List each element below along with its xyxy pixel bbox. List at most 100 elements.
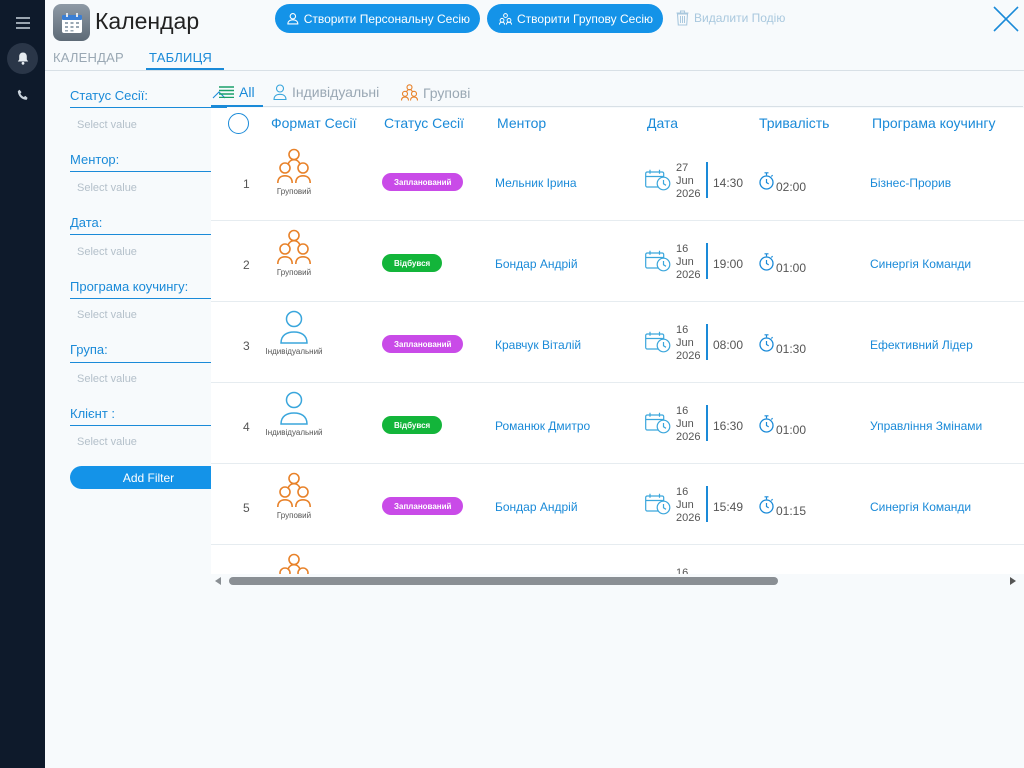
segment-divider [211, 106, 1023, 107]
mentor-link[interactable]: Бондар Андрій [495, 257, 578, 271]
filter-client-label[interactable]: Клієнт : [70, 406, 115, 421]
session-format: Груповий [261, 472, 327, 520]
filter-group-label[interactable]: Група: [70, 342, 108, 357]
date-year: 2026 [676, 431, 701, 443]
session-duration: 02:00 [776, 180, 807, 194]
column-program[interactable]: Програма коучингу [872, 115, 995, 131]
date-divider [706, 162, 708, 198]
program-link[interactable]: Синергія Команди [870, 257, 971, 271]
session-time: 08:00 [713, 338, 744, 352]
column-date[interactable]: Дата [647, 115, 678, 131]
segment-all[interactable]: All [219, 84, 255, 100]
filter-status-select[interactable]: Select value [77, 119, 137, 131]
session-time: 14:30 [713, 176, 744, 190]
horizontal-scrollbar[interactable] [229, 577, 778, 585]
filter-divider [70, 171, 227, 172]
program-link[interactable]: Синергія Команди [870, 500, 971, 514]
date-divider [706, 405, 708, 441]
table-row[interactable]: 4 Індивідуальний Відбувся Романюк Дмитро 16 J… [211, 383, 1024, 464]
menu-icon[interactable] [7, 7, 38, 38]
phone-icon[interactable] [7, 79, 38, 110]
row-number: 2 [243, 258, 250, 272]
mentor-link[interactable]: Кравчук Віталій [495, 338, 581, 352]
scroll-right-arrow[interactable] [1010, 577, 1016, 585]
select-all-checkbox[interactable] [228, 113, 249, 134]
date-day: 27 [676, 162, 689, 174]
tab-table[interactable]: ТАБЛИЦЯ [149, 50, 212, 65]
filter-mentor-label[interactable]: Ментор: [70, 152, 119, 167]
mentor-link[interactable]: Романюк Дмитро [495, 419, 590, 433]
mentor-link[interactable]: Бондар Андрій [495, 500, 578, 514]
delete-event-button[interactable]: Видалити Подію [676, 9, 785, 27]
program-link[interactable]: Ефективний Лідер [870, 338, 973, 352]
user-icon [261, 391, 327, 425]
filter-client-select[interactable]: Select value [77, 436, 137, 448]
column-duration[interactable]: Тривалість [759, 115, 829, 131]
date-year: 2026 [676, 350, 701, 362]
segment-all-label: All [239, 84, 255, 100]
group-icon [261, 472, 327, 508]
group-icon [401, 84, 418, 101]
program-link[interactable]: Управління Змінами [870, 419, 982, 433]
create-group-session-button[interactable]: Створити Групову Сесію [487, 4, 663, 33]
status-badge: Відбувся [382, 416, 443, 434]
tab-calendar[interactable]: КАЛЕНДАР [53, 50, 124, 65]
bell-icon[interactable] [7, 43, 38, 74]
table-row[interactable]: 616 [211, 545, 1024, 574]
row-number: 4 [243, 420, 250, 434]
date-month: Jun [676, 337, 694, 349]
table-row[interactable]: 5 Груповий Запланований Бондар Андрій 16 Jun 2… [211, 464, 1024, 545]
session-time: 19:00 [713, 257, 744, 271]
user-icon [287, 13, 299, 25]
date-divider [706, 486, 708, 522]
session-format: Індивідуальний [261, 391, 327, 437]
segment-group[interactable]: Групові [401, 84, 470, 101]
date-day: 16 [676, 243, 689, 255]
filter-program-select[interactable]: Select value [77, 309, 137, 321]
user-icon [261, 310, 327, 344]
filter-group-select[interactable]: Select value [77, 373, 137, 385]
mentor-link[interactable]: Мельник Ірина [495, 176, 577, 190]
date-year: 2026 [676, 269, 701, 281]
date-divider [706, 324, 708, 360]
filter-divider [70, 298, 227, 299]
table-row[interactable]: 1 Груповий Запланований Мельник Ірина 27 Jun 2… [211, 140, 1024, 221]
group-icon [261, 229, 327, 265]
date-month: Jun [676, 499, 694, 511]
session-time: 16:30 [713, 419, 744, 433]
group-icon [261, 553, 327, 574]
date-day: 16 [676, 567, 689, 574]
status-badge: Запланований [382, 497, 464, 515]
filter-status-label[interactable]: Статус Сесії: [70, 88, 148, 103]
session-date: 27 Jun 2026 [676, 162, 700, 201]
add-filter-button[interactable]: Add Filter [70, 466, 227, 489]
calendar-app-icon [53, 4, 90, 41]
close-icon[interactable] [992, 5, 1020, 33]
filter-date-select[interactable]: Select value [77, 246, 137, 258]
create-personal-session-label: Створити Персональну Сесію [303, 11, 470, 26]
session-format-label: Груповий [276, 187, 312, 196]
segment-individual[interactable]: Індивідуальні [273, 84, 379, 100]
column-status[interactable]: Статус Сесії [384, 115, 464, 131]
create-personal-session-button[interactable]: Створити Персональну Сесію [275, 4, 480, 33]
trash-icon [676, 10, 689, 26]
column-mentor[interactable]: Ментор [497, 115, 546, 131]
table-row[interactable]: 2 Груповий Відбувся Бондар Андрій 16 Jun 2026 1… [211, 221, 1024, 302]
row-number: 3 [243, 339, 250, 353]
column-format[interactable]: Формат Сесії [271, 115, 357, 131]
date-year: 2026 [676, 188, 701, 200]
program-link[interactable]: Бізнес-Прорив [870, 176, 951, 190]
filter-date-label[interactable]: Дата: [70, 215, 102, 230]
stopwatch-icon [759, 253, 774, 276]
table-row[interactable]: 3 Індивідуальний Запланований Кравчук Вітал… [211, 302, 1024, 383]
date-day: 16 [676, 405, 689, 417]
stopwatch-icon [759, 334, 774, 357]
session-duration: 01:15 [776, 504, 807, 518]
status-badge: Запланований [382, 335, 464, 353]
filter-mentor-select[interactable]: Select value [77, 182, 137, 194]
scroll-left-arrow[interactable] [215, 577, 221, 585]
date-month: Jun [676, 256, 694, 268]
session-format: Груповий [261, 148, 327, 196]
active-segment-indicator [211, 105, 263, 107]
filter-program-label[interactable]: Програма коучингу: [70, 279, 188, 294]
